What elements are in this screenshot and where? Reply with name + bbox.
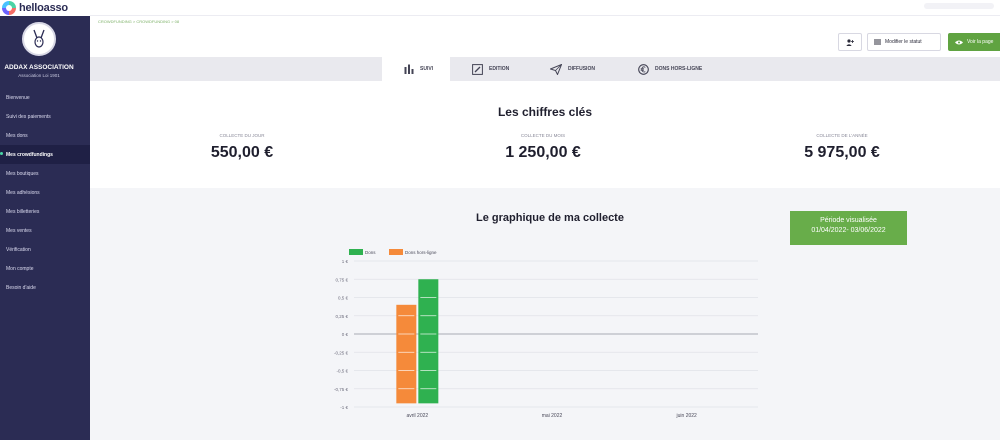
collecte-chart: 1 € 0,75 € 0,5 € 0,25 € 0 € -0,25 € -0,5 € -0,7… [334, 249, 758, 419]
key-figures-title: Les chiffres clés [497, 105, 593, 119]
y-tick-label: -0,75 € [334, 387, 349, 392]
y-tick-label: 0,75 € [335, 277, 348, 282]
sidebar-item-mes-ventes[interactable]: Mes ventes [0, 221, 90, 240]
sidebar-nav: Bienvenue Suivi des paiements Mes dons M… [0, 88, 90, 297]
stat-day-value: 550,00 € [210, 144, 274, 161]
bar-chart-icon [404, 64, 414, 74]
legend-swatch [349, 249, 363, 255]
sidebar-item-mon-compte[interactable]: Mon compte [0, 259, 90, 278]
sidebar-item-mes-dons[interactable]: Mes dons [0, 126, 90, 145]
view-page-button[interactable]: Voir la page [948, 33, 1000, 51]
sidebar-item-besoin-aide[interactable]: Besoin d'aide [0, 278, 90, 297]
edit-icon [472, 63, 483, 75]
tab-edition[interactable]: EDITION [472, 57, 532, 81]
organization-subtitle: Association Loi 1901 [18, 73, 60, 78]
brand-name: helloasso [19, 2, 68, 14]
eye-icon [955, 40, 963, 44]
main-content: CROWDFUNDING > CROWDFUNDING > 08 Modifie… [90, 0, 1000, 440]
y-tick-label: -0,5 € [336, 369, 348, 374]
tab-suivi[interactable]: SUIVI [382, 57, 450, 81]
modify-status-label: Modifier le statut [885, 39, 922, 45]
view-page-label: Voir la page [967, 39, 994, 45]
paper-plane-icon [550, 63, 562, 75]
brand-header[interactable]: helloasso [0, 0, 90, 16]
sidebar-item-suivi-paiements[interactable]: Suivi des paiements [0, 107, 90, 126]
y-tick-label: 0,5 € [338, 296, 349, 301]
tab-suivi-label: SUIVI [420, 66, 434, 72]
tab-dons-hors-ligne-label: DONS HORS-LIGNE [655, 66, 703, 72]
sidebar-item-bienvenue[interactable]: Bienvenue [0, 88, 90, 107]
stat-day-label: COLLECTE DU JOUR [219, 133, 265, 138]
sidebar-item-mes-crowdfundings[interactable]: Mes crowdfundings [0, 145, 90, 164]
stat-month-value: 1 250,00 € [505, 144, 581, 161]
y-tick-label: -0,25 € [334, 350, 349, 355]
y-tick-label: 0 € [342, 332, 349, 337]
sidebar-item-mes-boutiques[interactable]: Mes boutiques [0, 164, 90, 183]
stat-year-label: COLLECTE DE L'ANNÉE [816, 133, 868, 138]
tab-diffusion[interactable]: DIFFUSION [550, 57, 620, 81]
list-icon [874, 39, 881, 45]
euro-circle-icon [638, 63, 649, 75]
legend-swatch [389, 249, 403, 255]
antelope-logo-icon [33, 29, 45, 48]
stat-year-value: 5 975,00 € [804, 144, 880, 161]
x-tick-label: avril 2022 [406, 413, 428, 419]
tab-bar: SUIVI EDITION DIFFUSION DONS HORS-LIGNE [90, 57, 1000, 81]
organization-logo [22, 22, 56, 56]
sidebar: helloasso ADDAX ASSOCIATION Association … [0, 0, 90, 440]
legend-label: Dons hors-ligne [405, 250, 437, 255]
legend-label: Dons [365, 250, 376, 255]
stat-month-label: COLLECTE DU MOIS [520, 133, 566, 138]
collecte-section: Le graphique de ma collecte Période visu… [90, 188, 1000, 440]
top-bar [90, 0, 1000, 16]
y-tick-label: 0,25 € [335, 314, 348, 319]
helloasso-logo-icon [2, 1, 16, 15]
tab-diffusion-label: DIFFUSION [568, 66, 595, 72]
user-plus-icon [846, 38, 854, 46]
y-tick-label: -1 € [340, 405, 348, 410]
tab-edition-label: EDITION [489, 66, 510, 72]
y-tick-label: 1 € [342, 259, 349, 264]
modify-status-button[interactable]: Modifier le statut [867, 33, 941, 51]
sidebar-item-mes-billetteries[interactable]: Mes billetteries [0, 202, 90, 221]
breadcrumb[interactable]: CROWDFUNDING > CROWDFUNDING > 08 [98, 19, 179, 24]
x-tick-label: juin 2022 [676, 413, 698, 419]
sidebar-item-verification[interactable]: Vérification [0, 240, 90, 259]
account-menu[interactable] [924, 3, 994, 9]
manage-users-button[interactable] [838, 33, 862, 51]
sidebar-item-mes-adhesions[interactable]: Mes adhésions [0, 183, 90, 202]
tab-dons-hors-ligne[interactable]: DONS HORS-LIGNE [638, 57, 738, 81]
organization-name: ADDAX ASSOCIATION [4, 64, 74, 71]
x-tick-label: mai 2022 [542, 413, 563, 419]
